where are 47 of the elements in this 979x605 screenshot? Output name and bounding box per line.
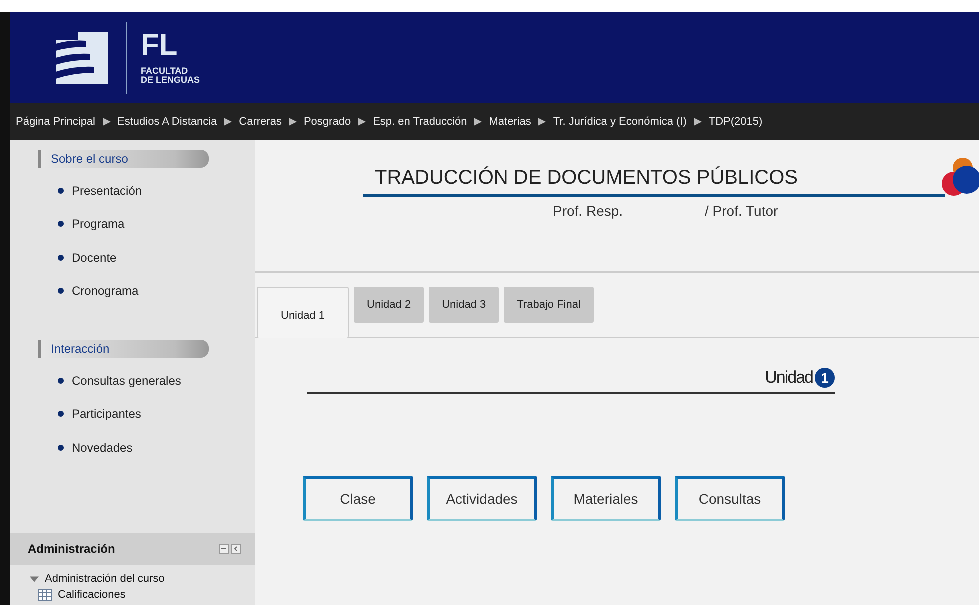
logo-caption: DE LENGUAS [141, 76, 200, 84]
sidebar-link[interactable]: Novedades [58, 431, 255, 464]
tutor-label: / Prof. Tutor [705, 203, 778, 219]
unit-heading: Unidad [765, 368, 813, 388]
caret-icon[interactable] [30, 574, 39, 584]
section-heading: Sobre el curso [38, 150, 209, 168]
separator-icon [288, 118, 297, 126]
sidebar-link[interactable]: Participantes [58, 398, 255, 431]
breadcrumb-link[interactable]: Posgrado [304, 116, 352, 128]
section-link[interactable]: Materiales [551, 476, 661, 521]
breadcrumb-link[interactable]: Materias [489, 116, 532, 128]
breadcrumb-link[interactable]: Tr. Jurídica y Económica (I) [553, 116, 687, 128]
sidebar-link[interactable]: Docente [58, 241, 255, 274]
tab[interactable]: Unidad 3 [429, 287, 500, 323]
tab[interactable]: Unidad 1 [257, 287, 350, 338]
breadcrumb-link[interactable]: Carreras [239, 116, 282, 128]
separator-icon [694, 118, 702, 126]
breadcrumb-link[interactable]: Esp. en Traducción [373, 116, 468, 128]
course-title: TRADUCCIÓN DE DOCUMENTOS PÚBLICOS [375, 167, 800, 190]
logo-initials: FL [141, 30, 178, 60]
tree-item[interactable]: Calificaciones [30, 589, 255, 601]
separator-icon [538, 118, 546, 126]
separator-icon [474, 118, 482, 126]
tree-item[interactable]: Administración del curso [30, 573, 255, 585]
logo-caption: FACULTAD [141, 66, 188, 76]
breadcrumb-link[interactable]: Estudios A Distancia [118, 116, 218, 128]
section-link[interactable]: Clase [303, 476, 413, 521]
tab[interactable]: Unidad 2 [354, 287, 424, 323]
section-link[interactable]: Actividades [427, 476, 537, 521]
separator-icon [102, 118, 110, 126]
dock-icon[interactable] [231, 544, 241, 554]
admin-title: Administración [28, 542, 116, 556]
section-link[interactable]: Consultas [675, 476, 785, 521]
sidebar-link[interactable]: Presentación [58, 174, 255, 208]
table-icon [38, 589, 52, 601]
professor-label: Prof. Resp. [553, 203, 624, 219]
tab[interactable]: Trabajo Final [504, 287, 594, 323]
separator-icon [358, 118, 366, 126]
separator-icon [224, 118, 232, 126]
sidebar-link[interactable]: Cronograma [58, 274, 255, 308]
section-heading: Interacción [38, 340, 209, 358]
breadcrumb-link[interactable]: TDP(2015) [708, 116, 763, 128]
unit-number-badge: 1 [815, 368, 835, 388]
breadcrumb-link[interactable]: Página Principal [16, 116, 96, 128]
collapse-icon[interactable] [219, 544, 229, 554]
sidebar-link[interactable]: Consultas generales [58, 364, 255, 398]
sidebar-link[interactable]: Programa [58, 208, 255, 241]
